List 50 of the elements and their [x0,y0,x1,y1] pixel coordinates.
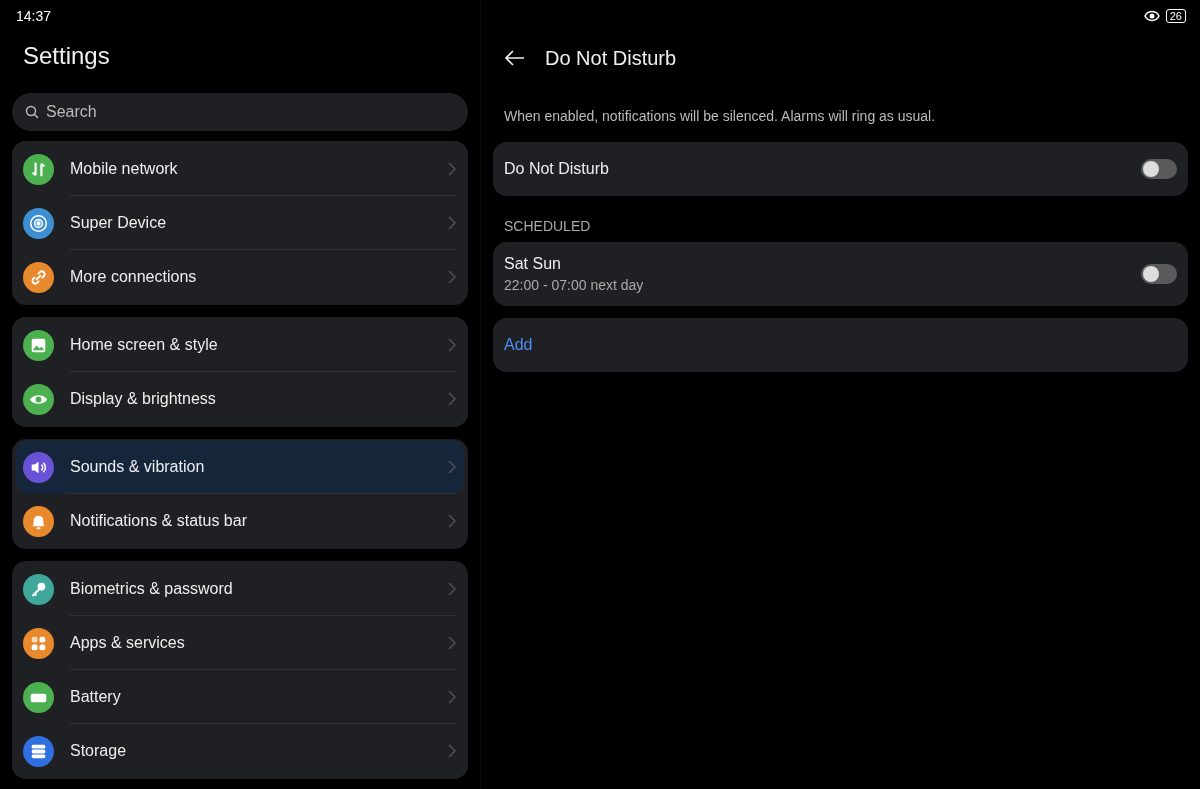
settings-title: Settings [22,41,111,71]
chevron-right-icon [448,460,456,474]
settings-item[interactable]: Super Device [16,196,464,250]
schedule-days: Sat Sun [504,255,644,273]
settings-item[interactable]: Sounds & vibration [16,440,464,494]
page-title: Do Not Disturb [545,46,677,70]
settings-item[interactable]: Storage [16,724,464,778]
chevron-right-icon [448,582,456,596]
schedule-time: 22:00 - 07:00 next day [504,277,644,293]
settings-item-label: Sounds & vibration [70,458,206,476]
chevron-right-icon [448,514,456,528]
chevron-right-icon [448,338,456,352]
settings-item[interactable]: Apps & services [16,616,464,670]
settings-item-label: Battery [70,688,122,706]
settings-item[interactable]: More connections [16,250,464,304]
settings-item[interactable]: Notifications & status bar [16,494,464,548]
schedule-card[interactable]: Sat Sun 22:00 - 07:00 next day [493,242,1188,306]
settings-item[interactable]: Home screen & style [16,318,464,372]
settings-item-label: Super Device [70,214,168,232]
toggle-switch[interactable] [1141,159,1177,179]
chevron-right-icon [448,636,456,650]
settings-item-label: Biometrics & password [70,580,234,598]
settings-item-label: Display & brightness [70,390,217,408]
settings-item-label: Apps & services [70,634,186,652]
settings-item-label: Home screen & style [70,336,219,354]
search-icon [25,105,39,119]
section-header: SCHEDULED [503,217,592,236]
chevron-right-icon [448,690,456,704]
chevron-right-icon [448,216,456,230]
settings-item-label: Notifications & status bar [70,512,248,530]
toggle-label: Do Not Disturb [504,160,609,178]
settings-item[interactable]: Battery [16,670,464,724]
settings-item-label: Storage [70,742,128,760]
settings-item[interactable]: Mobile network [16,142,464,196]
status-time: 14:37 [16,8,52,24]
chevron-right-icon [448,744,456,758]
toggle-switch[interactable] [1141,264,1177,284]
battery-indicator: 26 [1165,9,1186,23]
chevron-right-icon [448,270,456,284]
chevron-right-icon [448,162,456,176]
settings-item-label: More connections [70,268,198,286]
add-button[interactable]: Add [493,318,1188,372]
settings-item[interactable]: Biometrics & password [16,562,464,616]
settings-item-label: Mobile network [70,160,179,178]
settings-item[interactable]: Display & brightness [16,372,464,426]
eye-icon [1143,10,1160,22]
search-field[interactable]: Search [12,93,468,131]
chevron-right-icon [448,392,456,406]
description-text: When enabled, notifications will be silenced. Alarms will ring as usual. [503,107,937,126]
back-arrow-icon[interactable] [505,50,525,66]
